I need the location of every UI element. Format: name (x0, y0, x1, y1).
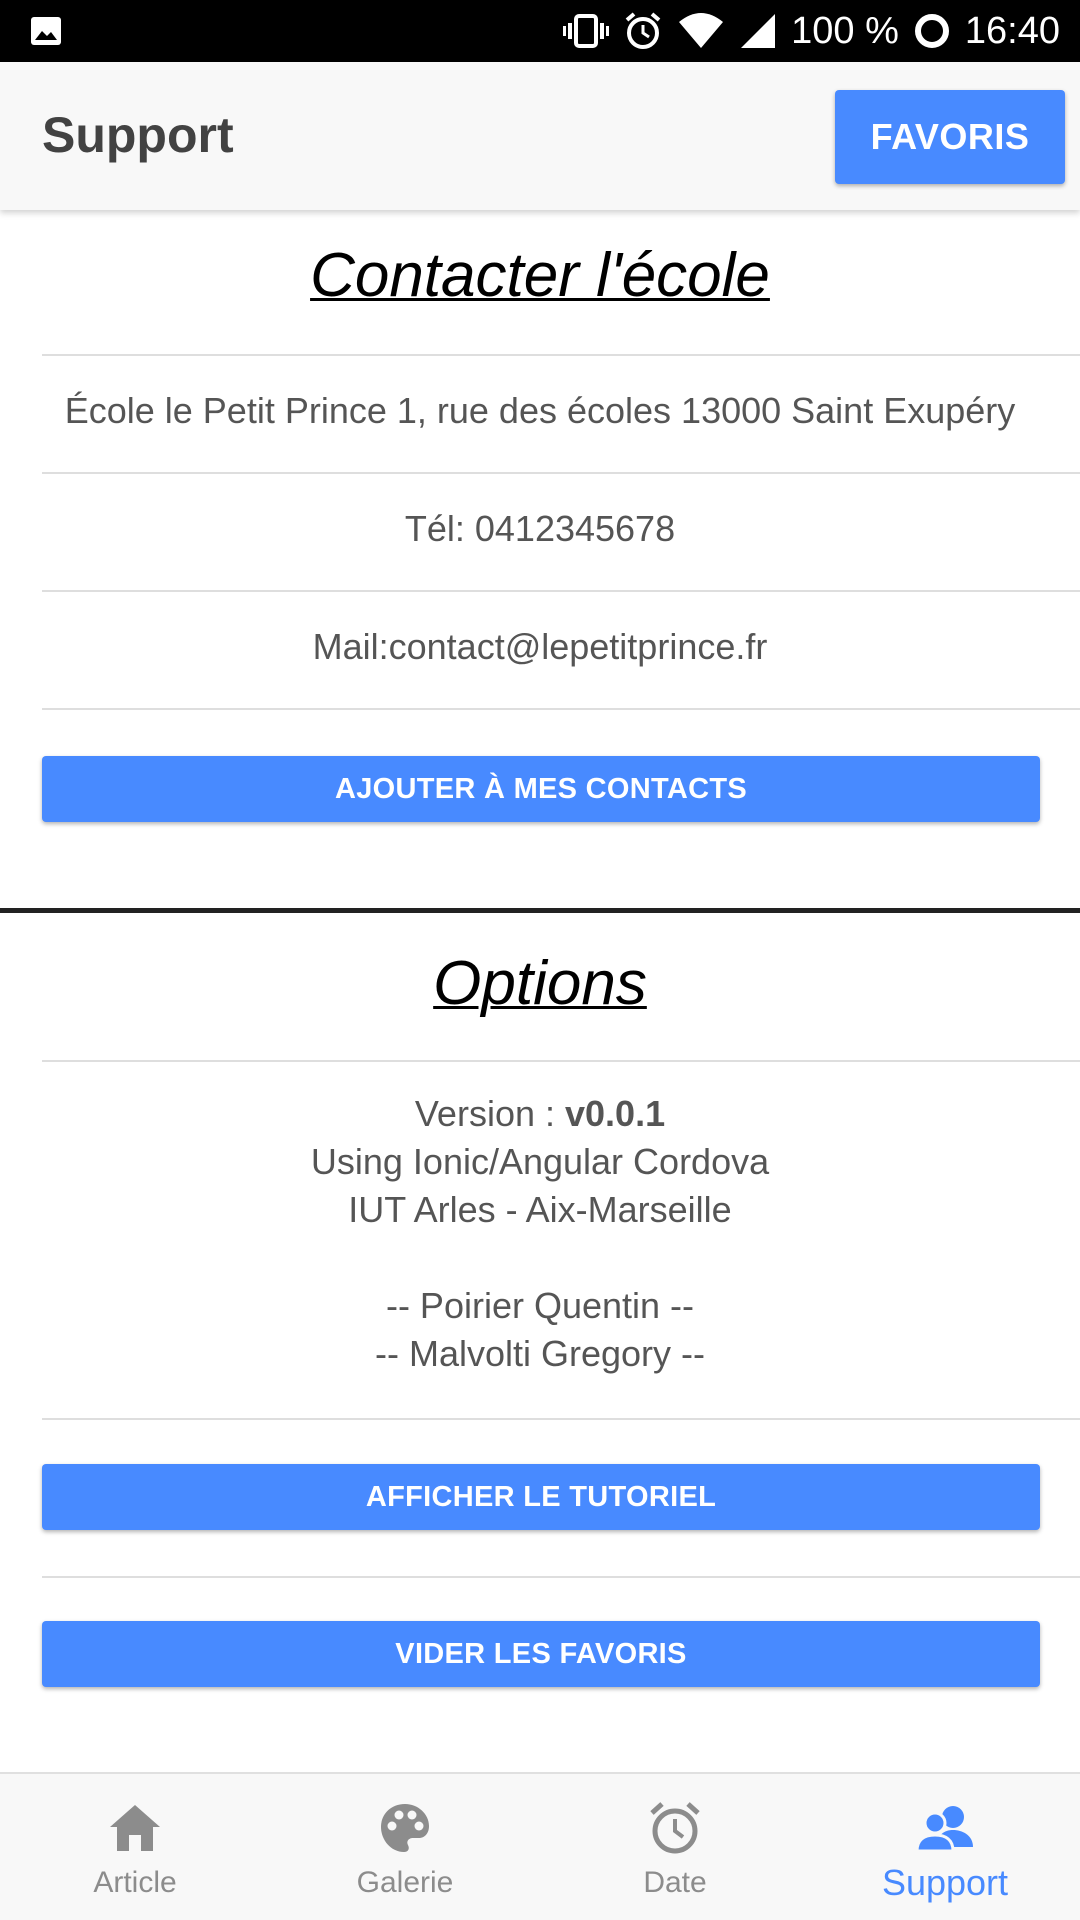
author-line: -- Poirier Quentin -- (385, 1285, 695, 1326)
show-tutorial-button[interactable]: AFFICHER LE TUTORIEL (42, 1464, 1040, 1530)
page-title: Support (42, 107, 234, 163)
people-icon (915, 1798, 975, 1858)
tab-galerie[interactable]: Galerie (270, 1774, 540, 1920)
tab-label: Galerie (356, 1866, 454, 1899)
school-phone[interactable]: Tél: 0412345678 (42, 508, 1038, 550)
using-line: Using Ionic/Angular Cordova (310, 1141, 770, 1182)
add-to-contacts-button[interactable]: AJOUTER À MES CONTACTS (42, 756, 1040, 822)
tab-label: Article (93, 1866, 177, 1899)
alarm-clock-icon (645, 1798, 705, 1858)
divider (42, 590, 1080, 592)
divider (42, 1418, 1080, 1420)
school-mail[interactable]: Mail:contact@lepetitprince.fr (42, 626, 1038, 668)
school-address: École le Petit Prince 1, rue des écoles … (64, 390, 1016, 431)
divider (42, 1576, 1080, 1578)
favoris-button[interactable]: FAVORIS (835, 90, 1065, 184)
tab-label: Support (881, 1862, 1009, 1903)
version-label: Version : (414, 1093, 565, 1134)
status-bar: 100 % 16:40 (0, 0, 1080, 62)
app-header: Support FAVORIS (0, 62, 1080, 210)
wifi-icon (677, 0, 725, 62)
tab-support[interactable]: Support (810, 1774, 1080, 1920)
signal-icon (739, 0, 777, 62)
tab-label: Date (643, 1866, 707, 1899)
divider (42, 708, 1080, 710)
version-value: v0.0.1 (565, 1093, 666, 1134)
section-separator (0, 908, 1080, 913)
app-info: Version : v0.0.1 Using Ionic/Angular Cor… (42, 1090, 1038, 1378)
alarm-icon (623, 0, 663, 62)
tab-article[interactable]: Article (0, 1774, 270, 1920)
tab-date[interactable]: Date (540, 1774, 810, 1920)
options-section-title: Options (433, 949, 647, 1018)
clock-time: 16:40 (964, 9, 1060, 52)
contact-section-title: Contacter l'école (310, 241, 770, 310)
home-icon (105, 1798, 165, 1858)
image-icon (30, 16, 62, 46)
divider (42, 472, 1080, 474)
bottom-tab-bar: Article Galerie Date Support (0, 1772, 1080, 1920)
battery-text: 100 % (791, 9, 899, 52)
version-line: Version : v0.0.1 (42, 1090, 1038, 1138)
battery-ring-icon (913, 0, 951, 62)
clear-favorites-button[interactable]: VIDER LES FAVORIS (42, 1621, 1040, 1687)
vibrate-icon (563, 0, 610, 62)
divider (42, 354, 1080, 356)
school-line: IUT Arles - Aix-Marseille (348, 1189, 732, 1230)
divider (42, 1060, 1080, 1062)
palette-icon (375, 1798, 435, 1858)
author-line: -- Malvolti Gregory -- (374, 1333, 706, 1374)
